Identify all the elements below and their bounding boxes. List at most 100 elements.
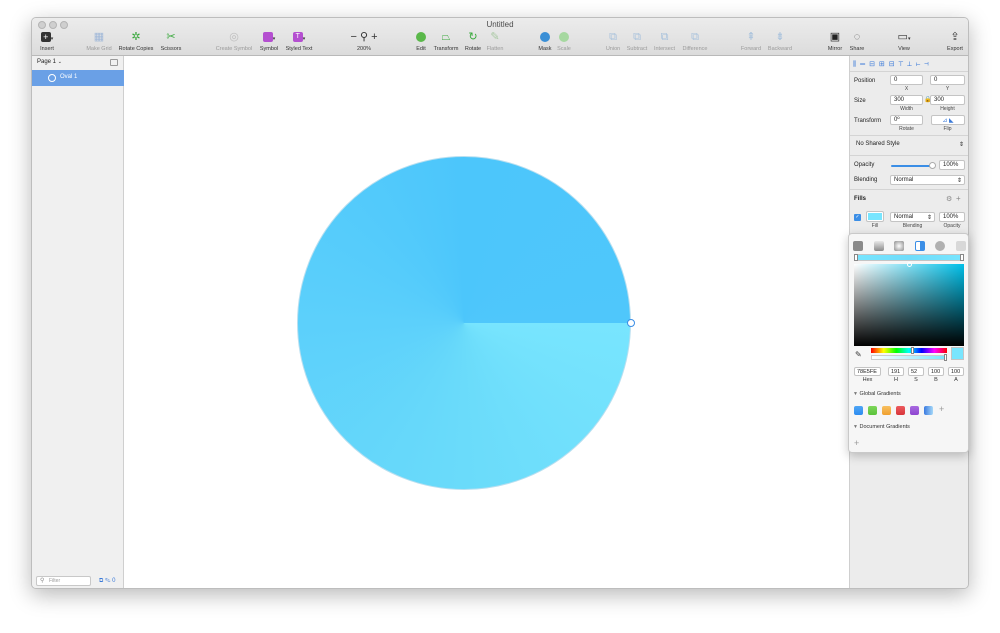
shared-style-select[interactable]: No Shared Style ⇕ bbox=[853, 140, 967, 152]
disclosure-triangle-icon: ▼ bbox=[853, 391, 858, 397]
pattern-fill-icon[interactable] bbox=[935, 240, 946, 251]
transform-label: Transform bbox=[854, 118, 882, 124]
global-gradient-swatch[interactable] bbox=[910, 406, 919, 415]
scale-button[interactable]: Scale bbox=[555, 31, 573, 55]
export-icon: ⇪ bbox=[950, 31, 960, 43]
zoom-icon: − ⚲ + bbox=[350, 31, 378, 43]
add-fill-plus-icon[interactable]: + bbox=[956, 194, 961, 203]
alpha-slider-thumb[interactable] bbox=[944, 354, 947, 361]
export-button[interactable]: ⇪ Export bbox=[944, 31, 966, 55]
backward-button[interactable]: ⇟ Backward bbox=[765, 31, 795, 55]
layer-filter-input[interactable]: ⚲ Filter bbox=[36, 576, 91, 586]
alpha-input[interactable]: 100 bbox=[948, 367, 964, 376]
height-input[interactable]: 300 bbox=[930, 95, 965, 105]
document-gradients-header[interactable]: ▼ Document Gradients bbox=[853, 424, 910, 430]
divider bbox=[850, 135, 968, 136]
saturation-brightness-field[interactable] bbox=[854, 262, 964, 346]
mirror-button[interactable]: ▣ Mirror bbox=[825, 31, 845, 55]
fill-sub-label: Fill bbox=[871, 223, 879, 229]
flatten-icon: ✎ bbox=[490, 31, 500, 43]
rotate-copies-button[interactable]: ✲ Rotate Copies bbox=[117, 31, 155, 55]
gradient-stop-left[interactable] bbox=[854, 254, 858, 261]
flip-buttons[interactable]: ⊿ ◣ bbox=[931, 115, 965, 125]
global-gradient-swatch[interactable] bbox=[896, 406, 905, 415]
global-gradient-swatch[interactable] bbox=[882, 406, 891, 415]
pages-toggle-icon[interactable] bbox=[110, 59, 118, 66]
fill-blending-select[interactable]: Normal ⇕ bbox=[890, 212, 935, 222]
scissors-button[interactable]: ✂ Scissors bbox=[157, 31, 185, 55]
layer-filter-options-icon[interactable]: ⧉ ✎ 0 bbox=[99, 578, 115, 585]
edit-icon bbox=[412, 31, 430, 44]
window-title: Untitled bbox=[486, 20, 514, 29]
alpha-slider[interactable] bbox=[871, 354, 947, 361]
rotate-input[interactable]: 0º bbox=[890, 115, 923, 125]
align-toolbar[interactable]: ⫼ ═ ⊟ ⊞ ⊟ ⊤ ⊥ ⊢ ⊣ bbox=[853, 60, 930, 69]
flip-label: Flip bbox=[943, 126, 952, 132]
noise-fill-icon[interactable] bbox=[955, 240, 966, 251]
add-document-gradient-plus-icon[interactable]: + bbox=[854, 438, 859, 448]
layer-item-oval-1[interactable]: Oval 1 bbox=[32, 70, 124, 86]
flatten-button[interactable]: ✎ Flatten bbox=[484, 31, 506, 55]
make-grid-button[interactable]: ▦ Make Grid bbox=[84, 31, 114, 55]
divider bbox=[850, 155, 968, 156]
color-cursor[interactable] bbox=[907, 262, 912, 267]
canvas[interactable] bbox=[124, 56, 849, 588]
global-gradient-swatch[interactable] bbox=[854, 406, 863, 415]
fill-settings-gear-icon[interactable]: ⚙ bbox=[946, 195, 952, 203]
forward-button[interactable]: ⇞ Forward bbox=[739, 31, 763, 55]
fill-color-swatch[interactable] bbox=[866, 211, 884, 222]
add-global-gradient-plus-icon[interactable]: + bbox=[939, 404, 944, 414]
opacity-slider-thumb[interactable] bbox=[929, 162, 936, 169]
gradient-bar[interactable] bbox=[854, 254, 964, 261]
global-gradients-header[interactable]: ▼ Global Gradients bbox=[853, 391, 901, 397]
brightness-input[interactable]: 100 bbox=[928, 367, 944, 376]
fill-enabled-checkbox[interactable]: ✓ bbox=[854, 214, 861, 221]
rotate-button[interactable]: ↻ Rotate bbox=[463, 31, 483, 55]
y-input[interactable]: 0 bbox=[930, 75, 965, 85]
difference-button[interactable]: ⧉ Difference bbox=[679, 31, 711, 55]
angular-gradient-icon[interactable] bbox=[914, 240, 925, 251]
saturation-label: S bbox=[914, 377, 918, 383]
color-picker-popover: ✎ 78E5FE 191 52 100 100 Hex H S B A ▼ Gl… bbox=[848, 233, 969, 453]
x-input[interactable]: 0 bbox=[890, 75, 923, 85]
hue-input[interactable]: 191 bbox=[888, 367, 904, 376]
mask-button[interactable]: Mask bbox=[535, 31, 555, 55]
hue-slider[interactable] bbox=[871, 347, 947, 354]
create-symbol-button[interactable]: ◎ Create Symbol bbox=[214, 31, 254, 55]
gradient-handle[interactable] bbox=[627, 319, 635, 327]
search-icon: ⚲ bbox=[40, 578, 45, 584]
radial-gradient-icon[interactable] bbox=[894, 240, 905, 251]
intersect-button[interactable]: ⧉ Intersect bbox=[651, 31, 678, 55]
symbol-button[interactable]: ▾ Symbol bbox=[258, 31, 280, 55]
difference-icon: ⧉ bbox=[691, 31, 699, 43]
linear-gradient-icon[interactable] bbox=[873, 240, 884, 251]
toolbar: Untitled + ▾ Insert ▦ Make Grid ✲ Rotate … bbox=[32, 18, 968, 56]
saturation-input[interactable]: 52 bbox=[908, 367, 924, 376]
fill-opacity-input[interactable]: 100% bbox=[939, 212, 965, 222]
blending-select[interactable]: Normal ⇕ bbox=[890, 175, 965, 185]
opacity-slider[interactable] bbox=[891, 165, 933, 167]
eyedropper-icon[interactable]: ✎ bbox=[855, 350, 862, 359]
insert-button[interactable]: + ▾ Insert bbox=[36, 31, 58, 55]
solid-fill-icon[interactable] bbox=[853, 240, 864, 251]
subtract-button[interactable]: ⧉ Subtract bbox=[624, 31, 650, 55]
union-button[interactable]: ⧉ Union bbox=[602, 31, 624, 55]
styled-text-button[interactable]: T ▾ Styled Text bbox=[283, 31, 315, 55]
opacity-input[interactable]: 100% bbox=[939, 160, 965, 170]
share-button[interactable]: ◌ Share bbox=[847, 31, 867, 55]
global-gradient-swatch[interactable] bbox=[868, 406, 877, 415]
width-input[interactable]: 300 bbox=[890, 95, 923, 105]
edit-button[interactable]: Edit bbox=[412, 31, 430, 55]
gradient-stop-right[interactable] bbox=[960, 254, 964, 261]
rotate-icon: ↻ bbox=[468, 31, 478, 43]
hex-input[interactable]: 78E5FE bbox=[854, 367, 881, 376]
hex-label: Hex bbox=[862, 377, 873, 383]
oval-1-shape[interactable] bbox=[297, 156, 631, 490]
view-button[interactable]: ▭▾ View bbox=[892, 31, 916, 55]
position-label: Position bbox=[854, 78, 876, 84]
global-gradient-swatch[interactable] bbox=[924, 406, 933, 415]
transform-button[interactable]: ⏢ Transform bbox=[431, 31, 461, 55]
zoom-control[interactable]: − ⚲ + 200% bbox=[348, 31, 380, 55]
disclosure-triangle-icon: ▼ bbox=[853, 424, 858, 430]
hue-slider-thumb[interactable] bbox=[911, 347, 914, 354]
